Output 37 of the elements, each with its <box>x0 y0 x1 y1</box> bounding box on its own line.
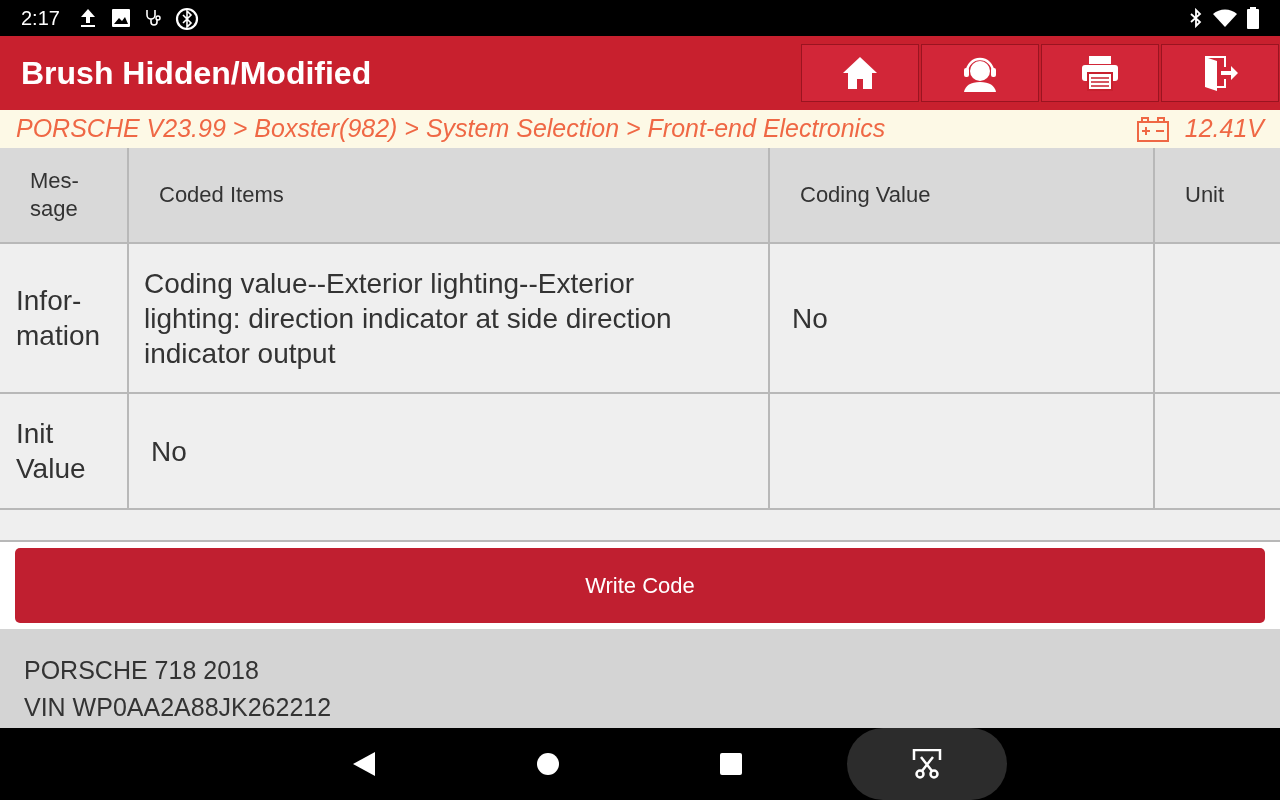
home-icon <box>842 56 878 90</box>
home-nav-button[interactable] <box>536 752 560 776</box>
column-header: Coding Value <box>770 148 1153 242</box>
column-header: Mes- sage <box>0 148 127 242</box>
recents-button[interactable] <box>719 752 743 776</box>
breadcrumb: PORSCHE V23.99 > Boxster(982) > System Selection > Front-end Electronics <box>16 113 887 145</box>
page-title: Brush Hidden/Modified <box>21 54 373 93</box>
support-button[interactable] <box>921 44 1039 102</box>
home-button[interactable] <box>801 44 919 102</box>
bluetooth-circle-icon <box>173 5 200 31</box>
upload-icon <box>79 8 96 28</box>
printer-icon <box>1081 55 1119 91</box>
table-cell: No <box>770 244 1153 392</box>
table-cell: No <box>129 394 768 508</box>
back-icon <box>353 752 375 776</box>
bluetooth-icon <box>1189 8 1203 28</box>
voltage-reading: 12.41V <box>1184 113 1264 145</box>
vin-info: VIN WP0AA2A88JK262212 <box>24 692 333 723</box>
table-cell: Init Value <box>0 394 127 508</box>
battery-icon <box>1247 7 1259 29</box>
image-icon <box>111 9 130 27</box>
table-cell: Coding value--Exterior lighting--Exterior lighting: direction indicator at side direction indicator output <box>129 244 768 392</box>
wifi-icon <box>1213 9 1237 27</box>
recents-icon <box>720 753 742 775</box>
screenshot-scissors-icon <box>912 749 942 779</box>
battery-voltage-icon <box>1136 116 1169 142</box>
exit-button[interactable] <box>1161 44 1279 102</box>
print-button[interactable] <box>1041 44 1159 102</box>
back-button[interactable] <box>352 752 376 776</box>
clock: 2:17 <box>21 6 60 31</box>
column-header: Unit <box>1155 148 1280 242</box>
home-circle-icon <box>537 753 559 775</box>
column-header: Coded Items <box>129 148 768 242</box>
table-cell: Infor- mation <box>0 244 127 392</box>
vehicle-info: PORSCHE 718 2018 <box>24 655 260 686</box>
write-code-button[interactable]: Write Code <box>15 548 1265 623</box>
stethoscope-icon <box>143 8 164 28</box>
